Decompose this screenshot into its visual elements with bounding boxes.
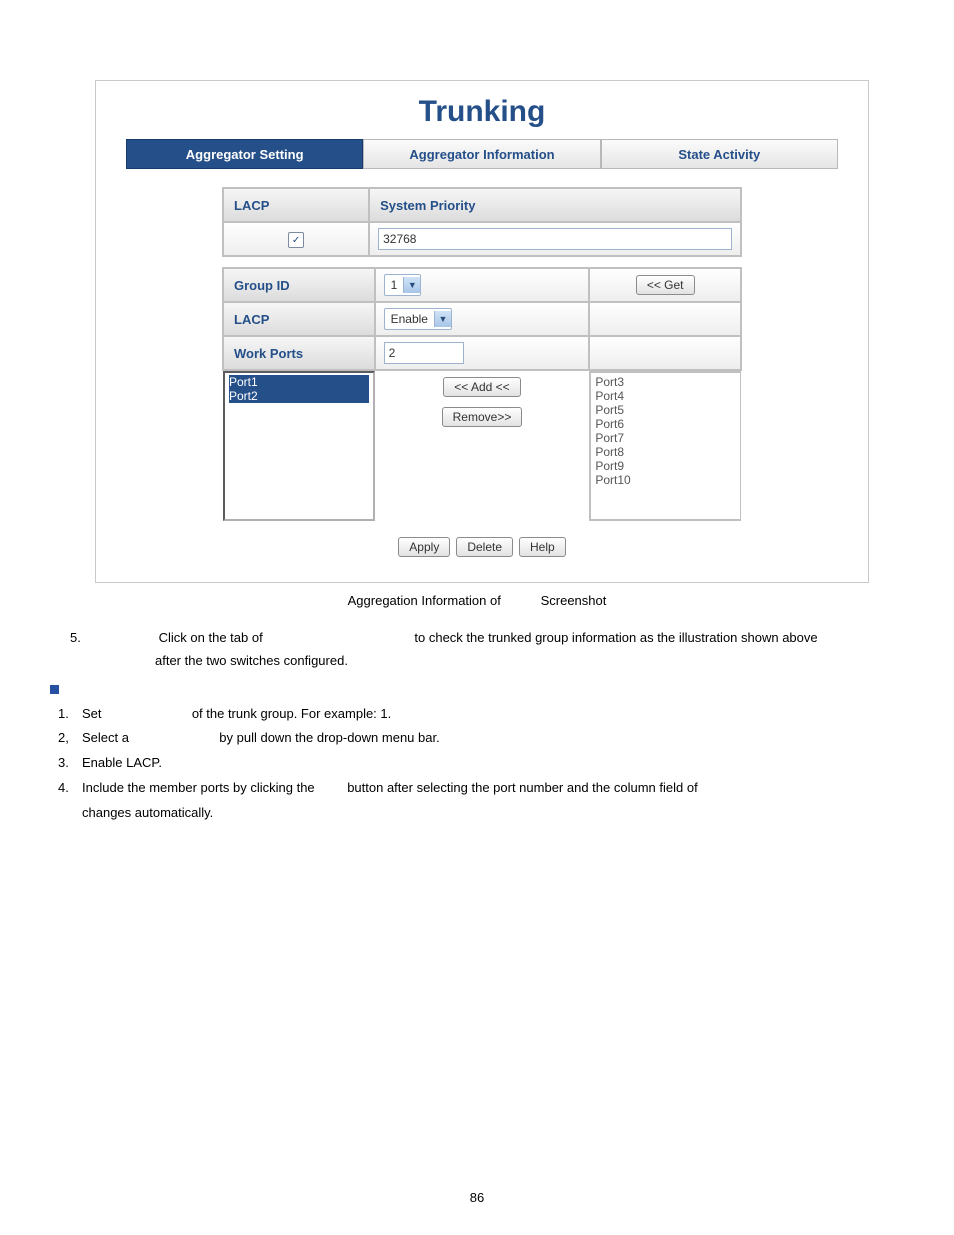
section-subhead bbox=[50, 681, 904, 696]
list-item[interactable]: Port6 bbox=[595, 417, 736, 431]
group-id-value: 1 bbox=[391, 278, 398, 292]
list-item[interactable]: Port8 bbox=[595, 445, 736, 459]
tab-bar: Aggregator Setting Aggregator Informatio… bbox=[126, 139, 838, 169]
figure-caption: Aggregation Information of Screenshot bbox=[50, 593, 904, 608]
lacp-sysprio-table: LACP System Priority ✓ bbox=[222, 187, 742, 257]
remove-button[interactable]: Remove>> bbox=[442, 407, 523, 427]
list-item: 2, Select a by pull down the drop-down m… bbox=[58, 726, 904, 751]
page-title: Trunking bbox=[126, 91, 838, 139]
chevron-down-icon: ▼ bbox=[403, 277, 420, 293]
sys-prio-input[interactable] bbox=[378, 228, 732, 250]
tab-aggregator-information[interactable]: Aggregator Information bbox=[363, 139, 600, 169]
list-item: 3. Enable LACP. bbox=[58, 751, 904, 776]
tab-state-activity[interactable]: State Activity bbox=[601, 139, 838, 169]
steps-list: 1. Set of the trunk group. For example: … bbox=[58, 702, 904, 825]
bullet-icon bbox=[50, 685, 59, 694]
body-paragraph: 5. Click on the tab of to check the trun… bbox=[70, 626, 904, 673]
list-item[interactable]: Port5 bbox=[595, 403, 736, 417]
group-config-table: Group ID 1 ▼ << Get LACP bbox=[222, 267, 742, 521]
lacp-row-header: LACP bbox=[223, 302, 375, 336]
group-id-header: Group ID bbox=[223, 268, 375, 302]
list-item: 4. Include the member ports by clicking … bbox=[58, 776, 904, 825]
lacp-checkbox[interactable]: ✓ bbox=[288, 232, 304, 248]
group-id-select[interactable]: 1 ▼ bbox=[384, 274, 422, 296]
tab-aggregator-setting[interactable]: Aggregator Setting bbox=[126, 139, 363, 169]
work-ports-header: Work Ports bbox=[223, 336, 375, 370]
list-item[interactable]: Port10 bbox=[595, 473, 736, 487]
list-item[interactable]: Port2 bbox=[229, 389, 369, 403]
help-button[interactable]: Help bbox=[519, 537, 566, 557]
screenshot-panel: Trunking Aggregator Setting Aggregator I… bbox=[95, 80, 869, 583]
apply-button[interactable]: Apply bbox=[398, 537, 450, 557]
list-item: 1. Set of the trunk group. For example: … bbox=[58, 702, 904, 727]
available-ports-listbox[interactable]: Port3 Port4 Port5 Port6 Port7 Port8 Port… bbox=[589, 371, 741, 521]
get-button[interactable]: << Get bbox=[636, 275, 695, 295]
list-item[interactable]: Port7 bbox=[595, 431, 736, 445]
lacp-header: LACP bbox=[223, 188, 369, 222]
selected-ports-listbox[interactable]: Port1 Port2 bbox=[223, 371, 375, 521]
sys-prio-header: System Priority bbox=[369, 188, 741, 222]
list-item[interactable]: Port1 bbox=[229, 375, 369, 389]
work-ports-input[interactable] bbox=[384, 342, 464, 364]
delete-button[interactable]: Delete bbox=[456, 537, 513, 557]
lacp-select-value: Enable bbox=[391, 312, 428, 326]
list-item[interactable]: Port4 bbox=[595, 389, 736, 403]
page-number: 86 bbox=[0, 1190, 954, 1205]
list-item[interactable]: Port9 bbox=[595, 459, 736, 473]
list-item[interactable]: Port3 bbox=[595, 375, 736, 389]
lacp-select[interactable]: Enable ▼ bbox=[384, 308, 452, 330]
add-button[interactable]: << Add << bbox=[443, 377, 520, 397]
chevron-down-icon: ▼ bbox=[434, 311, 451, 327]
action-buttons: Apply Delete Help bbox=[222, 537, 742, 557]
